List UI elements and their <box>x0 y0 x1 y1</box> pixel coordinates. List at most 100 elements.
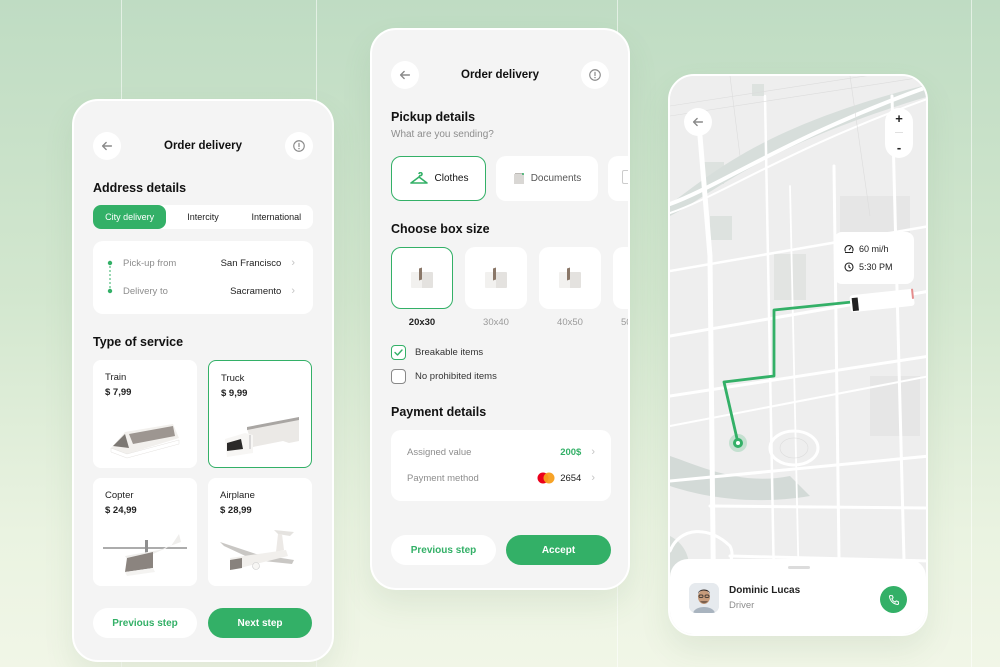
delivery-value: Sacramento <box>230 285 282 297</box>
category-icon <box>622 170 628 184</box>
assigned-value-label: Assigned value <box>407 446 472 458</box>
box-size-40x50[interactable] <box>539 247 601 309</box>
zoom-divider <box>895 132 903 134</box>
box-icon <box>411 268 433 288</box>
clock-icon <box>844 262 854 272</box>
info-circle-icon <box>589 69 601 81</box>
back-button[interactable] <box>684 108 712 136</box>
driver-avatar <box>689 583 719 613</box>
breakable-items-checkbox-row[interactable]: Breakable items <box>391 345 483 360</box>
box-size-20x30[interactable] <box>391 247 453 309</box>
box-icon <box>485 268 507 288</box>
eta-row: 5:30 PM <box>844 258 914 276</box>
zoom-control: + - <box>885 108 913 158</box>
breakable-items-checkbox[interactable] <box>391 345 406 360</box>
no-prohibited-items-checkbox[interactable] <box>391 369 406 384</box>
drag-handle[interactable] <box>788 566 810 569</box>
previous-step-button[interactable]: Previous step <box>93 608 197 638</box>
arrow-left-icon <box>692 117 704 127</box>
accept-button[interactable]: Accept <box>506 535 611 565</box>
service-price: $ 24,99 <box>105 505 137 516</box>
delivery-label: Delivery to <box>123 285 168 297</box>
box-icon <box>559 268 581 288</box>
chevron-right-icon: › <box>291 257 295 269</box>
tab-intercity[interactable]: Intercity <box>166 205 239 229</box>
checkbox-label: No prohibited items <box>415 371 497 382</box>
payment-details-title: Payment details <box>391 405 487 419</box>
speedometer-icon <box>844 245 854 253</box>
document-icon <box>513 173 524 184</box>
service-price: $ 9,99 <box>221 388 248 399</box>
card-last-digits: 2654 <box>560 472 582 484</box>
payment-method-label: Payment method <box>407 472 479 484</box>
delivery-row[interactable]: Delivery to Sacramento › <box>123 285 295 297</box>
service-price: $ 7,99 <box>105 387 132 398</box>
assigned-value-row[interactable]: Assigned value 200$ › <box>407 446 595 458</box>
airplane-icon <box>220 530 294 570</box>
zoom-out-button[interactable]: - <box>897 140 901 155</box>
box-size-30x40[interactable] <box>465 247 527 309</box>
category-partial[interactable] <box>608 156 628 201</box>
speed-row: 60 mi/h <box>844 240 914 258</box>
pickup-details-title: Pickup details <box>391 110 476 124</box>
tab-city-delivery[interactable]: City delivery <box>93 205 167 229</box>
driver-role: Driver <box>729 600 755 611</box>
service-option-train[interactable]: Train $ 7,99 <box>93 360 197 468</box>
category-documents[interactable]: Documents <box>496 156 598 201</box>
box-size-50[interactable] <box>613 247 628 309</box>
chevron-right-icon: › <box>591 472 595 484</box>
service-name: Train <box>105 372 127 383</box>
payment-method-row[interactable]: Payment method 2654 › <box>407 472 595 484</box>
service-option-copter[interactable]: Copter $ 24,99 <box>93 478 197 586</box>
delivery-tracking-screen: + - 60 mi/h 5:30 PM Dominic Lucas Driver <box>668 74 928 636</box>
page-title: Order delivery <box>461 69 539 81</box>
mastercard-icon <box>537 472 555 484</box>
category-clothes[interactable]: Clothes <box>391 156 486 201</box>
helicopter-icon <box>103 534 187 576</box>
driver-photo-icon <box>689 583 719 613</box>
info-button[interactable] <box>581 61 609 89</box>
service-name: Truck <box>221 373 245 384</box>
tab-international[interactable]: International <box>240 205 313 229</box>
chevron-right-icon: › <box>291 285 295 297</box>
header: Order delivery <box>372 61 628 89</box>
map[interactable] <box>670 76 928 636</box>
payment-card: Assigned value 200$ › Payment method 265… <box>391 430 611 501</box>
info-button[interactable] <box>285 132 313 160</box>
zoom-in-button[interactable]: + <box>895 111 903 126</box>
checkbox-label: Breakable items <box>415 347 484 358</box>
box-size-label: 20x30 <box>408 317 436 328</box>
trip-info-card: 60 mi/h 5:30 PM <box>834 232 914 284</box>
info-circle-icon <box>293 140 305 152</box>
service-name: Copter <box>105 490 134 501</box>
box-size-label: 50 <box>621 317 628 328</box>
pickup-row[interactable]: Pick-up from San Francisco › <box>123 257 295 269</box>
pickup-subtitle: What are you sending? <box>391 129 494 140</box>
back-button[interactable] <box>93 132 121 160</box>
back-button[interactable] <box>391 61 419 89</box>
train-icon <box>110 424 180 459</box>
truck-icon <box>225 417 299 457</box>
speed-value: 60 mi/h <box>859 244 889 254</box>
arrow-left-icon <box>399 70 411 80</box>
no-prohibited-items-checkbox-row[interactable]: No prohibited items <box>391 369 497 384</box>
previous-step-button[interactable]: Previous step <box>391 535 496 565</box>
header: Order delivery <box>74 132 332 160</box>
chevron-right-icon: › <box>591 446 595 458</box>
next-step-button[interactable]: Next step <box>208 608 312 638</box>
check-icon <box>394 349 403 356</box>
service-price: $ 28,99 <box>220 505 252 516</box>
hanger-icon <box>409 171 428 184</box>
address-details-title: Address details <box>93 181 187 195</box>
page-title: Order delivery <box>164 140 242 152</box>
service-option-truck[interactable]: Truck $ 9,99 <box>208 360 312 468</box>
call-driver-button[interactable] <box>880 586 907 613</box>
order-delivery-address-screen: Order delivery Address details City deli… <box>72 99 334 662</box>
pickup-value: San Francisco <box>220 257 282 269</box>
category-label: Clothes <box>434 173 469 184</box>
service-option-airplane[interactable]: Airplane $ 28,99 <box>208 478 312 586</box>
category-label: Documents <box>530 173 582 184</box>
assigned-value: 200$ <box>560 446 582 458</box>
route-dots-icon <box>107 260 113 294</box>
pickup-label: Pick-up from <box>123 257 177 269</box>
